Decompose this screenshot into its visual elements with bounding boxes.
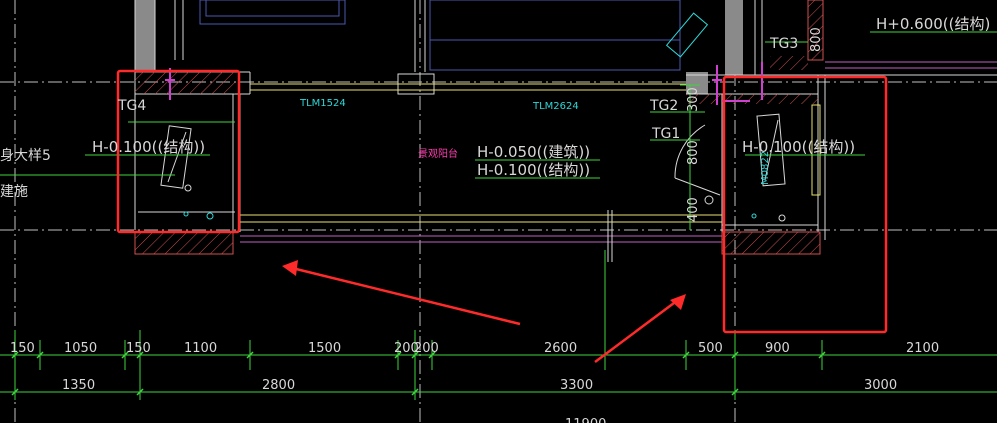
annotation-box-right: [722, 75, 888, 334]
label-tlm1524: TLM1524: [299, 98, 346, 109]
label-tlm2624: TLM2624: [532, 101, 579, 112]
label-h-left: H-0.100((结构)): [92, 138, 205, 156]
dim-row1-0: 150: [10, 341, 35, 356]
label-tg2: TG2: [649, 98, 678, 114]
dim-row1-7: 2600: [544, 341, 577, 356]
label-m0822: M0822: [760, 151, 771, 185]
cad-drawing-view[interactable]: TG4 TG3 TG2 TG1 H+0.600((结构) H-0.100((结构…: [0, 0, 997, 423]
label-v800-mid: 800: [686, 140, 701, 165]
label-left-note-2: 建施: [0, 184, 28, 200]
label-h-center-arch: H-0.050((建筑)): [477, 143, 590, 161]
dim-row1-4: 1500: [308, 341, 341, 356]
annotation-arrow-left: [291, 266, 521, 326]
label-v400: 400: [686, 197, 701, 222]
label-v800-top: 800: [809, 27, 824, 52]
dim-row2-0: 1350: [62, 378, 95, 393]
dim-row2-3: 3000: [864, 378, 897, 393]
dim-row3-0: 11900: [565, 417, 606, 423]
dim-row1-9: 900: [765, 341, 790, 356]
label-h-top-right: H+0.600((结构): [876, 15, 990, 33]
dim-row1-3: 1100: [184, 341, 217, 356]
label-h-right: H-0.100((结构)): [742, 138, 855, 156]
label-left-note-1: 身大样5: [0, 148, 51, 164]
label-tg1: TG1: [651, 126, 680, 142]
floor-plan-canvas[interactable]: TG4 TG3 TG2 TG1 H+0.600((结构) H-0.100((结构…: [0, 0, 997, 423]
dim-row2-2: 3300: [560, 378, 593, 393]
dim-row1-10: 2100: [906, 341, 939, 356]
upper-room-furniture: [199, 0, 681, 71]
label-tg3: TG3: [769, 36, 798, 52]
dim-row1-8: 500: [698, 341, 723, 356]
wall-outlines: [134, 0, 997, 240]
label-h-center-struct: H-0.100((结构)): [477, 161, 590, 179]
label-v300: 300: [686, 87, 701, 112]
dim-row1-1: 1050: [64, 341, 97, 356]
annotation-arrow-right: [594, 298, 679, 364]
label-tg4: TG4: [117, 98, 146, 114]
dim-row1-6: 200: [414, 341, 439, 356]
balcony-glass-rails: [240, 61, 997, 262]
dimension-ticks: [11, 351, 826, 396]
dim-row1-2: 150: [126, 341, 151, 356]
label-balcony: 景观阳台: [418, 147, 458, 160]
dim-row2-1: 2800: [262, 378, 295, 393]
